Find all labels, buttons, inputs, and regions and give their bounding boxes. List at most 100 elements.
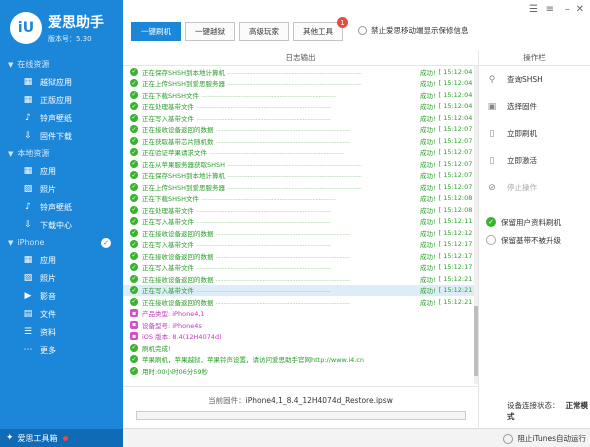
- log-row: ✓ 正在从苹果服务器获取SHSH.........................…: [123, 158, 477, 170]
- menu-icon[interactable]: ≡: [546, 4, 554, 15]
- itunes-option[interactable]: 阻止iTunes自动运行: [503, 433, 586, 444]
- check-icon[interactable]: ✓: [486, 217, 496, 227]
- toolbox-button[interactable]: ✦ 爱思工具箱: [0, 429, 123, 447]
- log-row: ✓ 正在写入基带文件...............................…: [123, 239, 477, 251]
- log-text: 正在接收设备返回的数据: [142, 298, 214, 307]
- log-leader: ........................................…: [196, 217, 331, 226]
- close-icon[interactable]: ✕: [576, 4, 584, 15]
- sidebar-item-label: 应用: [40, 166, 56, 176]
- sidebar-item-label: 影音: [40, 291, 56, 301]
- log-text: 正在上传SHSH到爱思服务器: [142, 183, 226, 192]
- check-icon: ✓: [130, 274, 138, 283]
- log-status: 成功!: [419, 126, 436, 135]
- sidebar-item[interactable]: ▦ 正版应用: [0, 91, 123, 109]
- sidebar-item[interactable]: ⇩ 固件下载: [0, 127, 123, 145]
- jailbreak-tab-button[interactable]: 一键越狱: [185, 22, 235, 41]
- check-icon: ✓: [130, 182, 138, 191]
- log-time: [ 15:12:21 ]: [438, 286, 477, 295]
- app-name: 爱思助手: [48, 15, 104, 31]
- sidebar-section-header[interactable]: ▼ iPhone ✓: [0, 234, 123, 251]
- phone-icon: ▯: [489, 128, 495, 139]
- sidebar-nav: ▼ 在线资源 ▦ 越狱应用 ▦ 正版应用 ♪ 铃声壁纸 ⇩ 固件下载 ▼ 本地资源 ▦ 应用 ▨ 照片 ♪ 铃声壁…: [0, 56, 123, 359]
- progress-bar: [135, 411, 466, 420]
- warranty-option[interactable]: 禁止爱思移动端显示保修信息: [358, 25, 469, 36]
- itunes-radio[interactable]: [503, 433, 514, 444]
- check-icon: ✓: [130, 194, 138, 203]
- skin-icon[interactable]: ☰: [529, 4, 538, 15]
- firmware-footer: 当前固件：iPhone4,1_8.4_12H4074d_Restore.ipsw: [123, 386, 478, 428]
- sidebar-item[interactable]: ▦ 应用: [0, 162, 123, 180]
- toolbar: 一键刷机 一键越狱 高级玩家 其他工具 1 禁止爱思移动端显示保修信息 ☰ ≡ …: [123, 0, 590, 44]
- check-icon: ✓: [130, 148, 138, 157]
- log-time: [ 15:12:07 ]: [438, 182, 477, 191]
- log-message-row: ✓ 苹果刷机，苹果越狱，苹果铃声设置，请访问爱思助手官网http://www.i4…: [123, 354, 477, 366]
- sidebar-item[interactable]: ▦ 应用: [0, 251, 123, 269]
- sidebar-item[interactable]: ♪ 铃声壁纸: [0, 109, 123, 127]
- stop-button[interactable]: ⊘ 停止操作: [479, 174, 590, 201]
- log-leader: ........................................…: [196, 286, 331, 295]
- log-leader: ........................................…: [196, 113, 331, 122]
- flash-tab-button[interactable]: 一键刷机: [131, 22, 181, 41]
- log-row: ✓ 正在保存SHSH到本地计算机.........................…: [123, 170, 477, 182]
- sidebar-item[interactable]: ▤ 文件: [0, 305, 123, 323]
- sidebar-item[interactable]: ▶ 影音: [0, 287, 123, 305]
- action-panel: 操作栏 ⚲ 查询SHSH ▣ 选择固件 ▯ 立即刷机 ▯ 立即激活 ⊘ 停止操作 ✓ 保留用…: [478, 50, 590, 428]
- log-row: ✓ 正在写入基带文件...............................…: [123, 284, 477, 296]
- sidebar-item[interactable]: ⇩ 下载中心: [0, 216, 123, 234]
- sidebar-item-label: 更多: [40, 345, 56, 355]
- sidebar-item[interactable]: ☰ 资料: [0, 323, 123, 341]
- section-title: iPhone: [17, 238, 45, 247]
- log-leader: ........................................…: [201, 194, 336, 203]
- sidebar-section-header[interactable]: ▼ 本地资源: [0, 145, 123, 162]
- other-tools-button[interactable]: 其他工具 1: [293, 17, 348, 41]
- check-icon: ✓: [130, 217, 138, 226]
- activate-button[interactable]: ▯ 立即激活: [479, 147, 590, 174]
- log-status: 成功!: [419, 298, 436, 307]
- sidebar-section-header[interactable]: ▼ 在线资源: [0, 56, 123, 73]
- check-icon: ✓: [130, 205, 138, 214]
- log-row: ✓ 正在接收设备返回的数据............................…: [123, 124, 477, 136]
- log-status: 成功!: [419, 149, 436, 158]
- select-firmware-button[interactable]: ▣ 选择固件: [479, 93, 590, 120]
- photo-icon: ▨: [23, 184, 33, 194]
- sidebar-item[interactable]: ▨ 照片: [0, 269, 123, 287]
- log-time: [ 15:12:07 ]: [438, 148, 477, 157]
- status-bar: 阻止iTunes自动运行: [123, 428, 590, 447]
- brand: iU 爱思助手 版本号：5.30: [0, 0, 123, 56]
- query-shsh-button[interactable]: ⚲ 查询SHSH: [479, 66, 590, 93]
- keep-data-label: 保留用户资料刷机: [501, 217, 561, 227]
- log-text: 正在接收设备返回的数据: [142, 229, 214, 238]
- sidebar-item-label: 铃声壁纸: [40, 113, 72, 123]
- log-text: 正在写入基带文件: [142, 218, 194, 227]
- warranty-radio[interactable]: [358, 26, 367, 35]
- log-time: [ 15:12:04 ]: [438, 113, 477, 122]
- sidebar-item[interactable]: ♪ 铃声壁纸: [0, 198, 123, 216]
- sidebar-item[interactable]: ▨ 照片: [0, 180, 123, 198]
- log-message-text: 刷机完成!: [142, 344, 171, 353]
- log-status: 成功!: [419, 91, 436, 100]
- box-icon: ▣: [487, 101, 497, 112]
- connection-label: 设备连接状态：: [507, 401, 560, 410]
- log-leader: ........................................…: [215, 251, 351, 260]
- advanced-tab-button[interactable]: 高级玩家: [239, 22, 289, 41]
- log-text: 正在写入基带文件: [142, 114, 194, 123]
- log-time: [ 15:12:17 ]: [438, 263, 477, 272]
- check-icon: ✓: [130, 102, 138, 111]
- log-time: [ 15:12:04 ]: [438, 67, 477, 76]
- apps-icon: ▦: [23, 166, 33, 176]
- keep-baseband-option[interactable]: 保留基带不被升级: [479, 231, 590, 249]
- log-text: 正在从苹果服务器获取SHSH: [142, 160, 226, 169]
- radio-icon[interactable]: [486, 235, 496, 245]
- log-time: [ 15:12:08 ]: [438, 205, 477, 214]
- sidebar-item[interactable]: ⋯ 更多: [0, 341, 123, 359]
- sidebar-item[interactable]: ▦ 越狱应用: [0, 73, 123, 91]
- keep-data-option[interactable]: ✓ 保留用户资料刷机: [479, 213, 590, 231]
- check-icon: ✓: [130, 79, 138, 88]
- flash-now-button[interactable]: ▯ 立即刷机: [479, 120, 590, 147]
- log-leader: ........................................…: [196, 102, 331, 111]
- app-version: 版本号：5.30: [48, 35, 92, 43]
- check-icon: ✓: [130, 263, 138, 272]
- minimize-icon[interactable]: –: [565, 4, 570, 15]
- check-icon: ✓: [130, 297, 138, 306]
- log-text: 正在接收设备返回的数据: [142, 126, 214, 135]
